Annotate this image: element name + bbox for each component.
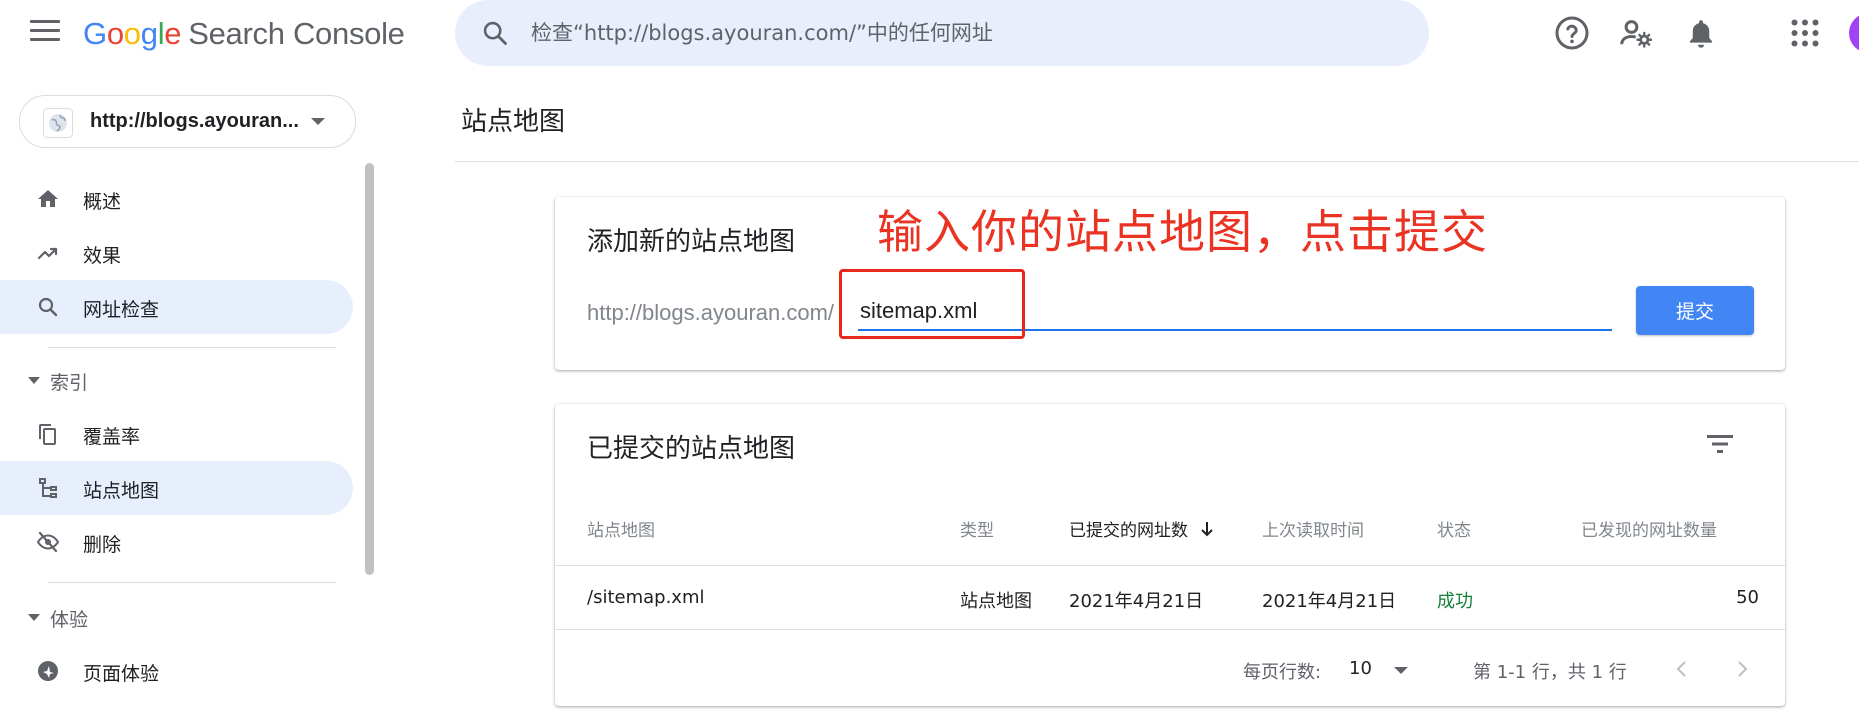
sidebar-divider: [48, 347, 336, 348]
search-input[interactable]: [531, 14, 1391, 52]
submitted-sitemaps-card: 已提交的站点地图 站点地图 类型 已提交的网址数 上次读取时间 状态 已发现的网…: [555, 404, 1785, 706]
sitemap-icon: [39, 478, 57, 498]
search-icon: [38, 297, 58, 317]
home-icon: [38, 190, 58, 207]
rows-per-page-label: 每页行数:: [1243, 662, 1322, 683]
sidebar-item-label: 网址检查: [83, 299, 160, 321]
help-icon[interactable]: [1554, 15, 1590, 51]
page-title: 站点地图: [461, 107, 566, 137]
collapse-triangle-icon: [28, 614, 40, 621]
product-name: Search Console: [188, 16, 405, 51]
search-icon: [483, 21, 507, 45]
submitted-sitemaps-title: 已提交的站点地图: [587, 434, 796, 464]
rows-per-page-value: 10: [1349, 658, 1372, 679]
table-divider: [555, 629, 1785, 630]
avatar[interactable]: [1849, 13, 1859, 53]
section-label: 体验: [50, 609, 89, 631]
column-header-last-read[interactable]: 上次读取时间: [1262, 516, 1364, 541]
apps-icon[interactable]: [1787, 15, 1823, 51]
cell-type: 站点地图: [960, 591, 1032, 612]
sidebar-item-label: 效果: [83, 245, 122, 267]
app-logo[interactable]: Google Search Console: [83, 14, 405, 54]
status-badge: 成功: [1437, 591, 1473, 612]
sidebar-item-sitemaps[interactable]: 站点地图: [0, 461, 353, 515]
header-divider: [455, 161, 1859, 162]
sidebar-item-label: 站点地图: [83, 480, 160, 502]
table-divider: [555, 565, 1785, 566]
sidebar-scrollbar[interactable]: [365, 163, 374, 575]
column-header-type[interactable]: 类型: [960, 516, 994, 541]
annotation-highlight-box: [839, 269, 1025, 339]
column-header-label: 已提交的网址数: [1069, 521, 1188, 541]
column-header-status[interactable]: 状态: [1437, 516, 1471, 541]
sidebar-divider: [48, 582, 336, 583]
section-label: 索引: [50, 372, 89, 394]
sidebar-section-experience[interactable]: 体验: [0, 595, 353, 639]
sidebar-item-coverage[interactable]: 覆盖率: [0, 407, 353, 461]
arrow-down-icon: [1201, 522, 1214, 537]
collapse-triangle-icon: [28, 377, 40, 384]
sitemap-url-prefix: http://blogs.ayouran.com/: [587, 300, 835, 325]
trending-up-icon: [37, 247, 58, 260]
sidebar-section-index[interactable]: 索引: [0, 358, 353, 402]
globe-icon: [43, 108, 73, 138]
sidebar-item-removals[interactable]: 删除: [0, 515, 353, 569]
column-header-sitemap[interactable]: 站点地图: [587, 516, 655, 541]
cell-discovered: 50: [1736, 587, 1759, 608]
url-inspection-search[interactable]: [455, 0, 1429, 66]
annotation-text: 输入你的站点地图，点击提交: [877, 205, 1488, 259]
sidebar-item-label: 删除: [83, 534, 122, 556]
chevron-down-icon: [1394, 667, 1408, 674]
property-selector[interactable]: http://blogs.ayouran...: [19, 95, 356, 148]
sidebar-item-label: 覆盖率: [83, 426, 141, 448]
menu-icon[interactable]: [30, 20, 60, 44]
top-bar: Google Search Console: [0, 0, 1859, 66]
chevron-down-icon: [311, 118, 325, 125]
page-experience-icon: [38, 661, 58, 681]
sidebar-item-label: 页面体验: [83, 663, 160, 685]
cell-sitemap: /sitemap.xml: [587, 587, 705, 608]
column-header-submitted[interactable]: 已提交的网址数: [1069, 516, 1215, 541]
rows-per-page-select[interactable]: 10: [1341, 652, 1431, 686]
column-header-discovered[interactable]: 已发现的网址数量: [1581, 516, 1717, 541]
next-page-icon[interactable]: [1727, 654, 1757, 684]
submit-button[interactable]: 提交: [1636, 286, 1754, 335]
sidebar-item-overview[interactable]: 概述: [0, 172, 353, 226]
sidebar-item-url-inspection[interactable]: 网址检查: [0, 280, 353, 334]
sidebar-item-page-experience[interactable]: 页面体验: [0, 644, 353, 698]
notifications-icon[interactable]: [1683, 15, 1719, 51]
sidebar-item-label: 概述: [83, 191, 122, 213]
cell-last-read: 2021年4月21日: [1262, 591, 1397, 612]
filter-icon[interactable]: [1703, 430, 1737, 458]
sidebar-item-performance[interactable]: 效果: [0, 226, 353, 280]
coverage-icon: [39, 424, 56, 445]
pagination-range: 第 1-1 行，共 1 行: [1473, 662, 1627, 683]
property-name: http://blogs.ayouran...: [90, 110, 299, 132]
add-sitemap-title: 添加新的站点地图: [587, 227, 796, 257]
removals-icon: [36, 531, 60, 553]
manage-users-icon[interactable]: [1618, 15, 1654, 51]
cell-submitted: 2021年4月21日: [1069, 591, 1204, 612]
previous-page-icon[interactable]: [1667, 654, 1697, 684]
